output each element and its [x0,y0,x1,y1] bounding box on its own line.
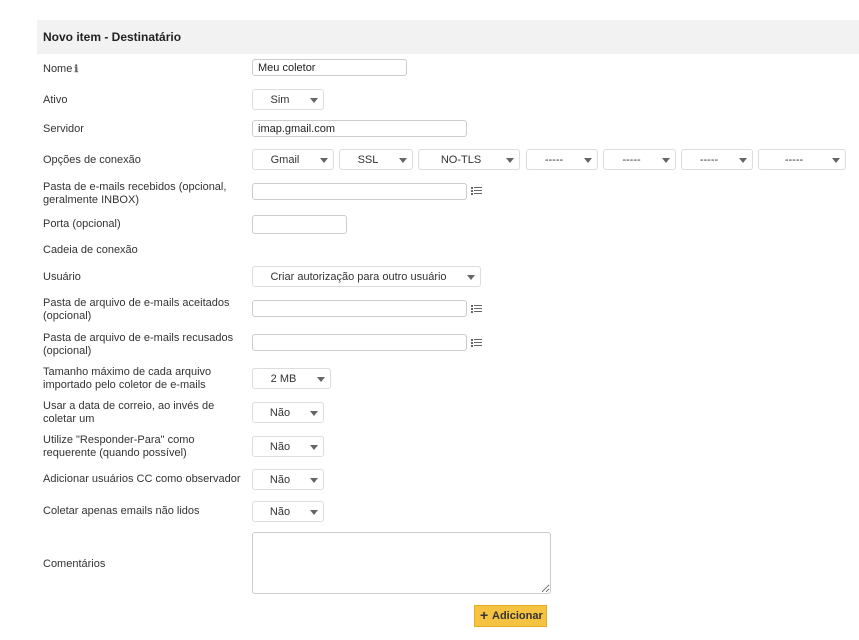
conexao-ssl-select[interactable]: SSL [339,149,413,170]
ativo-label: Ativo [43,94,68,106]
ativo-select[interactable]: Sim [252,89,324,110]
chevron-down-icon [310,510,318,515]
usuario-label: Usuário [43,271,81,283]
porta-label: Porta (opcional) [43,218,121,230]
tamanho-label: Tamanho máximo de cada arquivo importado … [43,366,212,391]
usuario-select[interactable]: Criar autorização para outro usuário [252,266,481,287]
chevron-down-icon [310,411,318,416]
conexao-option-4-select[interactable]: ----- [526,149,598,170]
comentarios-label: Comentários [43,558,106,570]
cadeia-label: Cadeia de conexão [43,244,138,256]
porta-input[interactable] [252,215,347,234]
pasta-aceitos-label: Pasta de arquivo de e-mails aceitados (op… [43,297,230,322]
nome-label: Nome ℹ [43,63,79,76]
pasta-recebidos-input[interactable] [252,183,467,200]
comentarios-textarea[interactable] [252,532,551,594]
conexao-provider-select[interactable]: Gmail [252,149,334,170]
chevron-down-icon [310,445,318,450]
chevron-down-icon [584,158,592,163]
servidor-input[interactable]: imap.gmail.com [252,120,467,137]
responder-para-select[interactable]: Não [252,436,324,457]
cc-observador-label: Adicionar usuários CC como observador [43,473,241,485]
chevron-down-icon [662,158,670,163]
list-icon[interactable] [471,187,482,196]
nao-lidos-select[interactable]: Não [252,501,324,522]
pasta-aceitos-input[interactable] [252,300,467,317]
chevron-down-icon [320,158,328,163]
chevron-down-icon [310,98,318,103]
cc-observador-select[interactable]: Não [252,469,324,490]
data-correio-label: Usar a data de correio, ao invés de colet… [43,400,215,425]
form-title: Novo item - Destinatário [43,30,182,44]
nome-input[interactable]: Meu coletor [252,59,407,76]
conexao-option-5-select[interactable]: ----- [603,149,676,170]
chevron-down-icon [739,158,747,163]
conexao-option-6-select[interactable]: ----- [681,149,753,170]
pasta-recusados-label: Pasta de arquivo de e-mails recusados (op… [43,332,234,357]
responder-para-label: Utilize "Responder-Para" como requerente … [43,434,195,459]
chevron-down-icon [832,158,840,163]
servidor-label: Servidor [43,123,84,135]
chevron-down-icon [399,158,407,163]
pasta-recusados-input[interactable] [252,334,467,351]
data-correio-select[interactable]: Não [252,402,324,423]
list-icon[interactable] [471,305,482,314]
chevron-down-icon [317,377,325,382]
list-icon[interactable] [471,339,482,348]
nao-lidos-label: Coletar apenas emails não lidos [43,505,200,517]
plus-icon: + [480,607,489,623]
chevron-down-icon [310,478,318,483]
conexao-tls-select[interactable]: NO-TLS [418,149,520,170]
conexao-option-7-select[interactable]: ----- [758,149,846,170]
opcoes-label: Opções de conexão [43,154,141,166]
chevron-down-icon [467,275,475,280]
info-icon[interactable]: ℹ [74,63,78,76]
form-header: Novo item - Destinatário [37,20,859,54]
chevron-down-icon [506,158,514,163]
tamanho-select[interactable]: 2 MB [252,368,331,389]
add-button[interactable]: + Adicionar [474,605,547,627]
pasta-recebidos-label: Pasta de e-mails recebidos (opcional, ger… [43,181,227,206]
